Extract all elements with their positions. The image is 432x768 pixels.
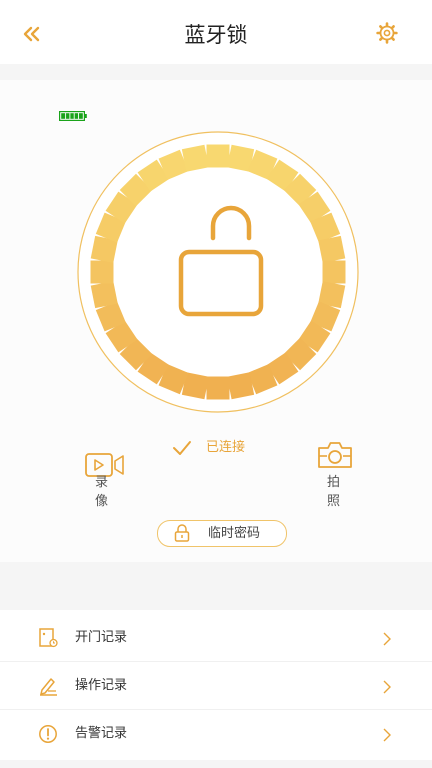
gear-icon[interactable] xyxy=(376,22,398,44)
padlock-icon xyxy=(174,524,190,542)
chevron-right-icon xyxy=(383,632,391,646)
door-record-icon xyxy=(39,628,58,648)
record-menu: 开门记录 操作记录 告警记录 xyxy=(0,610,432,760)
battery-icon xyxy=(59,111,87,121)
dial-segment xyxy=(206,144,230,168)
status-text: 已连接 xyxy=(206,440,246,455)
dial-segment xyxy=(318,235,346,263)
alert-record-icon xyxy=(39,725,57,743)
menu-item-label: 操作记录 xyxy=(75,678,128,693)
menu-item-open-records[interactable]: 开门记录 xyxy=(0,614,432,662)
lock-dial[interactable] xyxy=(76,130,360,414)
menu-item-label: 告警记录 xyxy=(75,726,128,741)
check-icon xyxy=(173,440,191,455)
dial-segment xyxy=(90,260,114,284)
chevron-right-icon xyxy=(383,680,391,694)
menu-item-alert-records[interactable]: 告警记录 xyxy=(0,710,432,758)
dial-segment xyxy=(227,372,255,400)
chevron-right-icon xyxy=(383,728,391,742)
record-label: 录像 xyxy=(94,475,117,509)
dial-outer-ring xyxy=(77,131,359,413)
temp-password-label: 临时密码 xyxy=(208,526,261,541)
photo-label: 拍照 xyxy=(326,475,349,509)
dial-segment xyxy=(206,376,230,400)
page-title: 蓝牙锁 xyxy=(184,23,248,47)
temp-password-button[interactable]: 临时密码 xyxy=(157,520,287,547)
connection-status: 已连接 xyxy=(172,436,245,460)
dial-segment xyxy=(322,260,346,284)
camera-icon[interactable] xyxy=(316,440,354,470)
dial-segment xyxy=(181,144,209,172)
dial-segment xyxy=(90,281,118,309)
menu-item-operation-records[interactable]: 操作记录 xyxy=(0,662,432,710)
top-bar: 蓝牙锁 xyxy=(0,0,432,64)
edit-record-icon xyxy=(40,678,57,696)
menu-item-label: 开门记录 xyxy=(75,630,128,645)
